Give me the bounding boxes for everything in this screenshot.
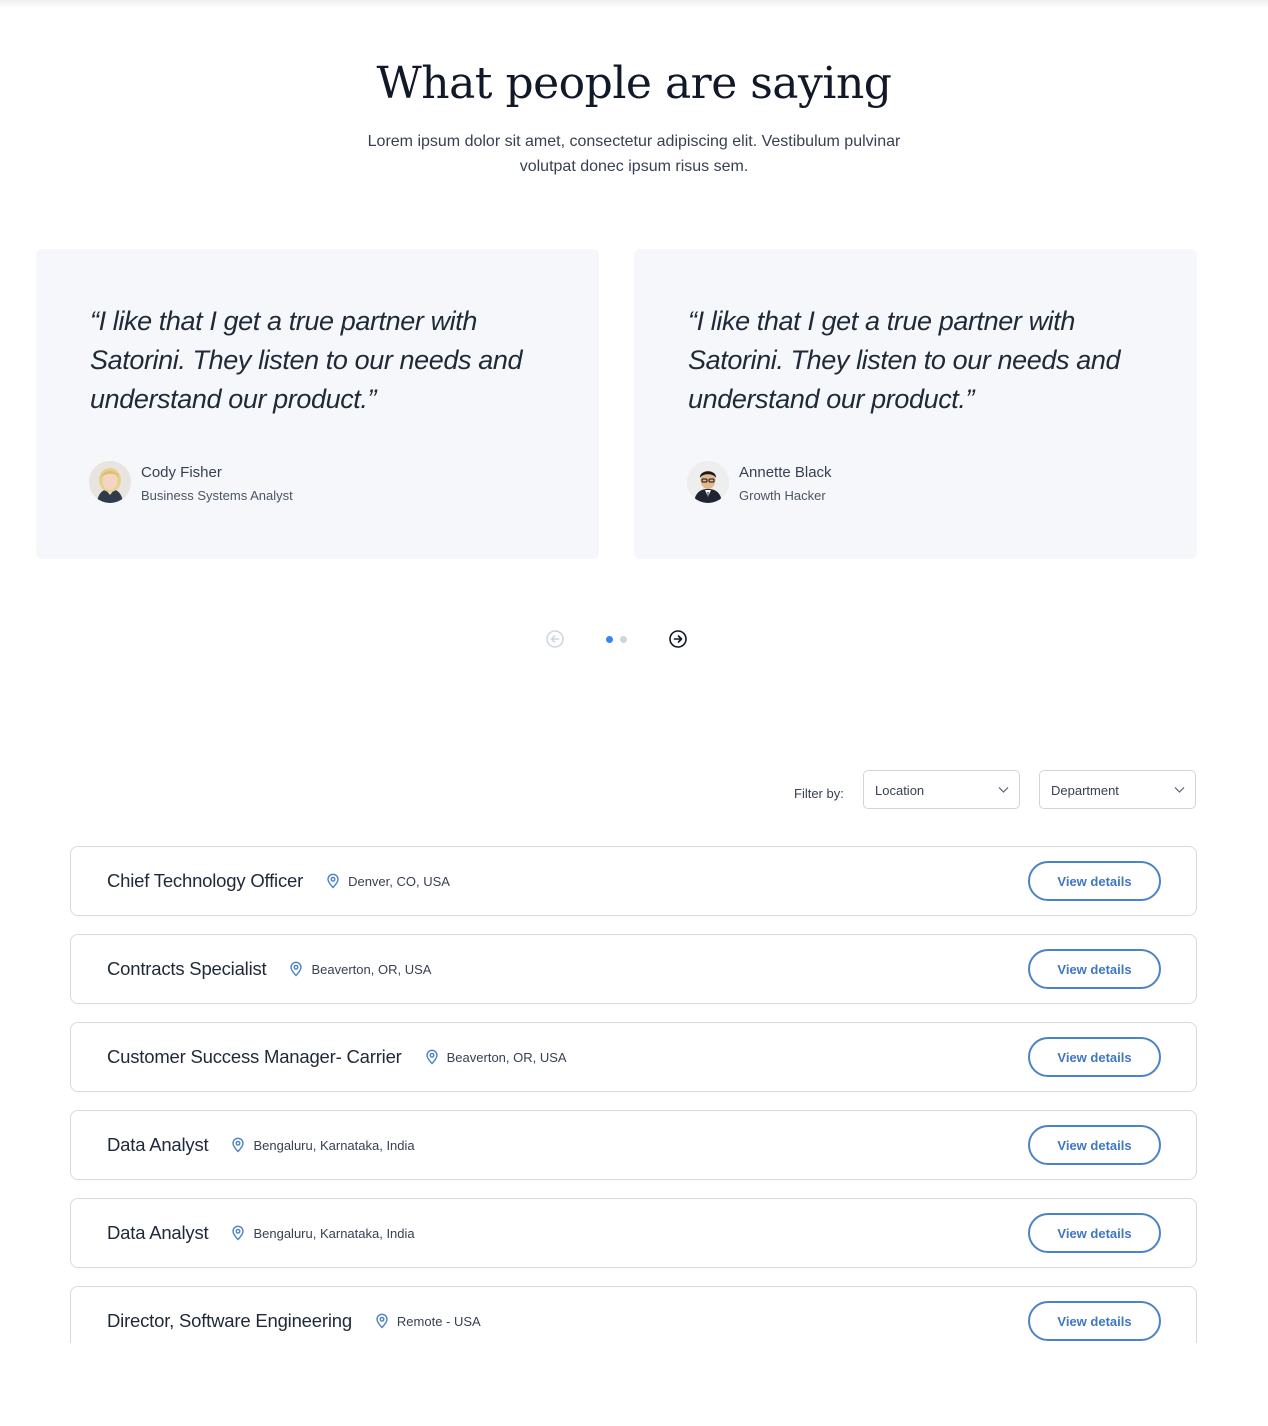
view-details-button[interactable]: View details (1028, 1213, 1161, 1253)
chevron-down-icon (1174, 787, 1185, 793)
job-location: Bengaluru, Karnataka, India (253, 1225, 415, 1241)
arrow-right-circle-icon (669, 630, 687, 648)
person-role: Business Systems Analyst (141, 488, 293, 503)
location-pin-icon (425, 1049, 438, 1065)
job-title: Data Analyst (107, 1134, 209, 1155)
section-subtitle: Lorem ipsum dolor sit amet, consectetur … (367, 133, 901, 175)
job-title: Customer Success Manager- Carrier (107, 1046, 402, 1067)
job-row: Customer Success Manager- Carrier Beaver… (70, 1022, 1197, 1092)
job-location: Beaverton, OR, USA (311, 961, 432, 977)
section-title: What people are saying (376, 58, 892, 109)
carousel-next-button[interactable] (669, 630, 687, 648)
view-details-button[interactable]: View details (1028, 949, 1161, 989)
view-details-button[interactable]: View details (1028, 861, 1161, 901)
job-location: Beaverton, OR, USA (446, 1049, 567, 1065)
job-row: Data Analyst Bengaluru, Karnataka, India… (70, 1110, 1197, 1180)
job-title: Contracts Specialist (107, 958, 267, 979)
filter-label: Filter by: (794, 786, 844, 801)
view-details-button[interactable]: View details (1028, 1125, 1161, 1165)
testimonial-quote: “I like that I get a true partner with S… (688, 306, 1121, 414)
person-name: Cody Fisher (141, 464, 222, 481)
job-title: Director, Software Engineering (107, 1310, 352, 1331)
avatar (89, 461, 131, 503)
testimonial-quote: “I like that I get a true partner with S… (90, 306, 523, 414)
job-title: Chief Technology Officer (107, 870, 304, 891)
testimonial-card: “I like that I get a true partner with S… (634, 249, 1197, 559)
carousel-dot[interactable] (620, 636, 627, 643)
job-row: Contracts Specialist Beaverton, OR, USA … (70, 934, 1197, 1004)
job-row: Data Analyst Bengaluru, Karnataka, India… (70, 1198, 1197, 1268)
header-shadow (0, 0, 1268, 8)
job-location: Bengaluru, Karnataka, India (253, 1137, 415, 1153)
arrow-left-circle-icon (546, 630, 564, 648)
location-pin-icon (327, 873, 339, 889)
carousel-dot-active[interactable] (606, 636, 613, 643)
department-select-value: Department (1051, 783, 1119, 798)
job-location: Remote - USA (396, 1313, 481, 1329)
chevron-down-icon (998, 787, 1009, 793)
view-details-button[interactable]: View details (1028, 1301, 1161, 1341)
person-name: Annette Black (739, 464, 832, 481)
view-details-button[interactable]: View details (1028, 1037, 1161, 1077)
person-role: Growth Hacker (739, 488, 826, 503)
location-select-value: Location (875, 783, 925, 798)
testimonial-card: “I like that I get a true partner with S… (36, 249, 599, 559)
avatar (687, 461, 729, 503)
job-row: Chief Technology Officer Denver, CO, USA… (70, 846, 1197, 916)
location-select[interactable]: Location (863, 770, 1020, 809)
location-pin-icon (376, 1313, 388, 1329)
department-select[interactable]: Department (1039, 770, 1196, 809)
job-list: Chief Technology Officer Denver, CO, USA… (0, 840, 1268, 1343)
job-title: Data Analyst (107, 1222, 209, 1243)
location-pin-icon (232, 1137, 245, 1153)
job-location: Denver, CO, USA (348, 873, 450, 889)
location-pin-icon (290, 961, 303, 977)
location-pin-icon (232, 1225, 245, 1241)
job-row: Director, Software Engineering Remote - … (70, 1286, 1197, 1343)
carousel-prev-button[interactable] (546, 630, 564, 648)
